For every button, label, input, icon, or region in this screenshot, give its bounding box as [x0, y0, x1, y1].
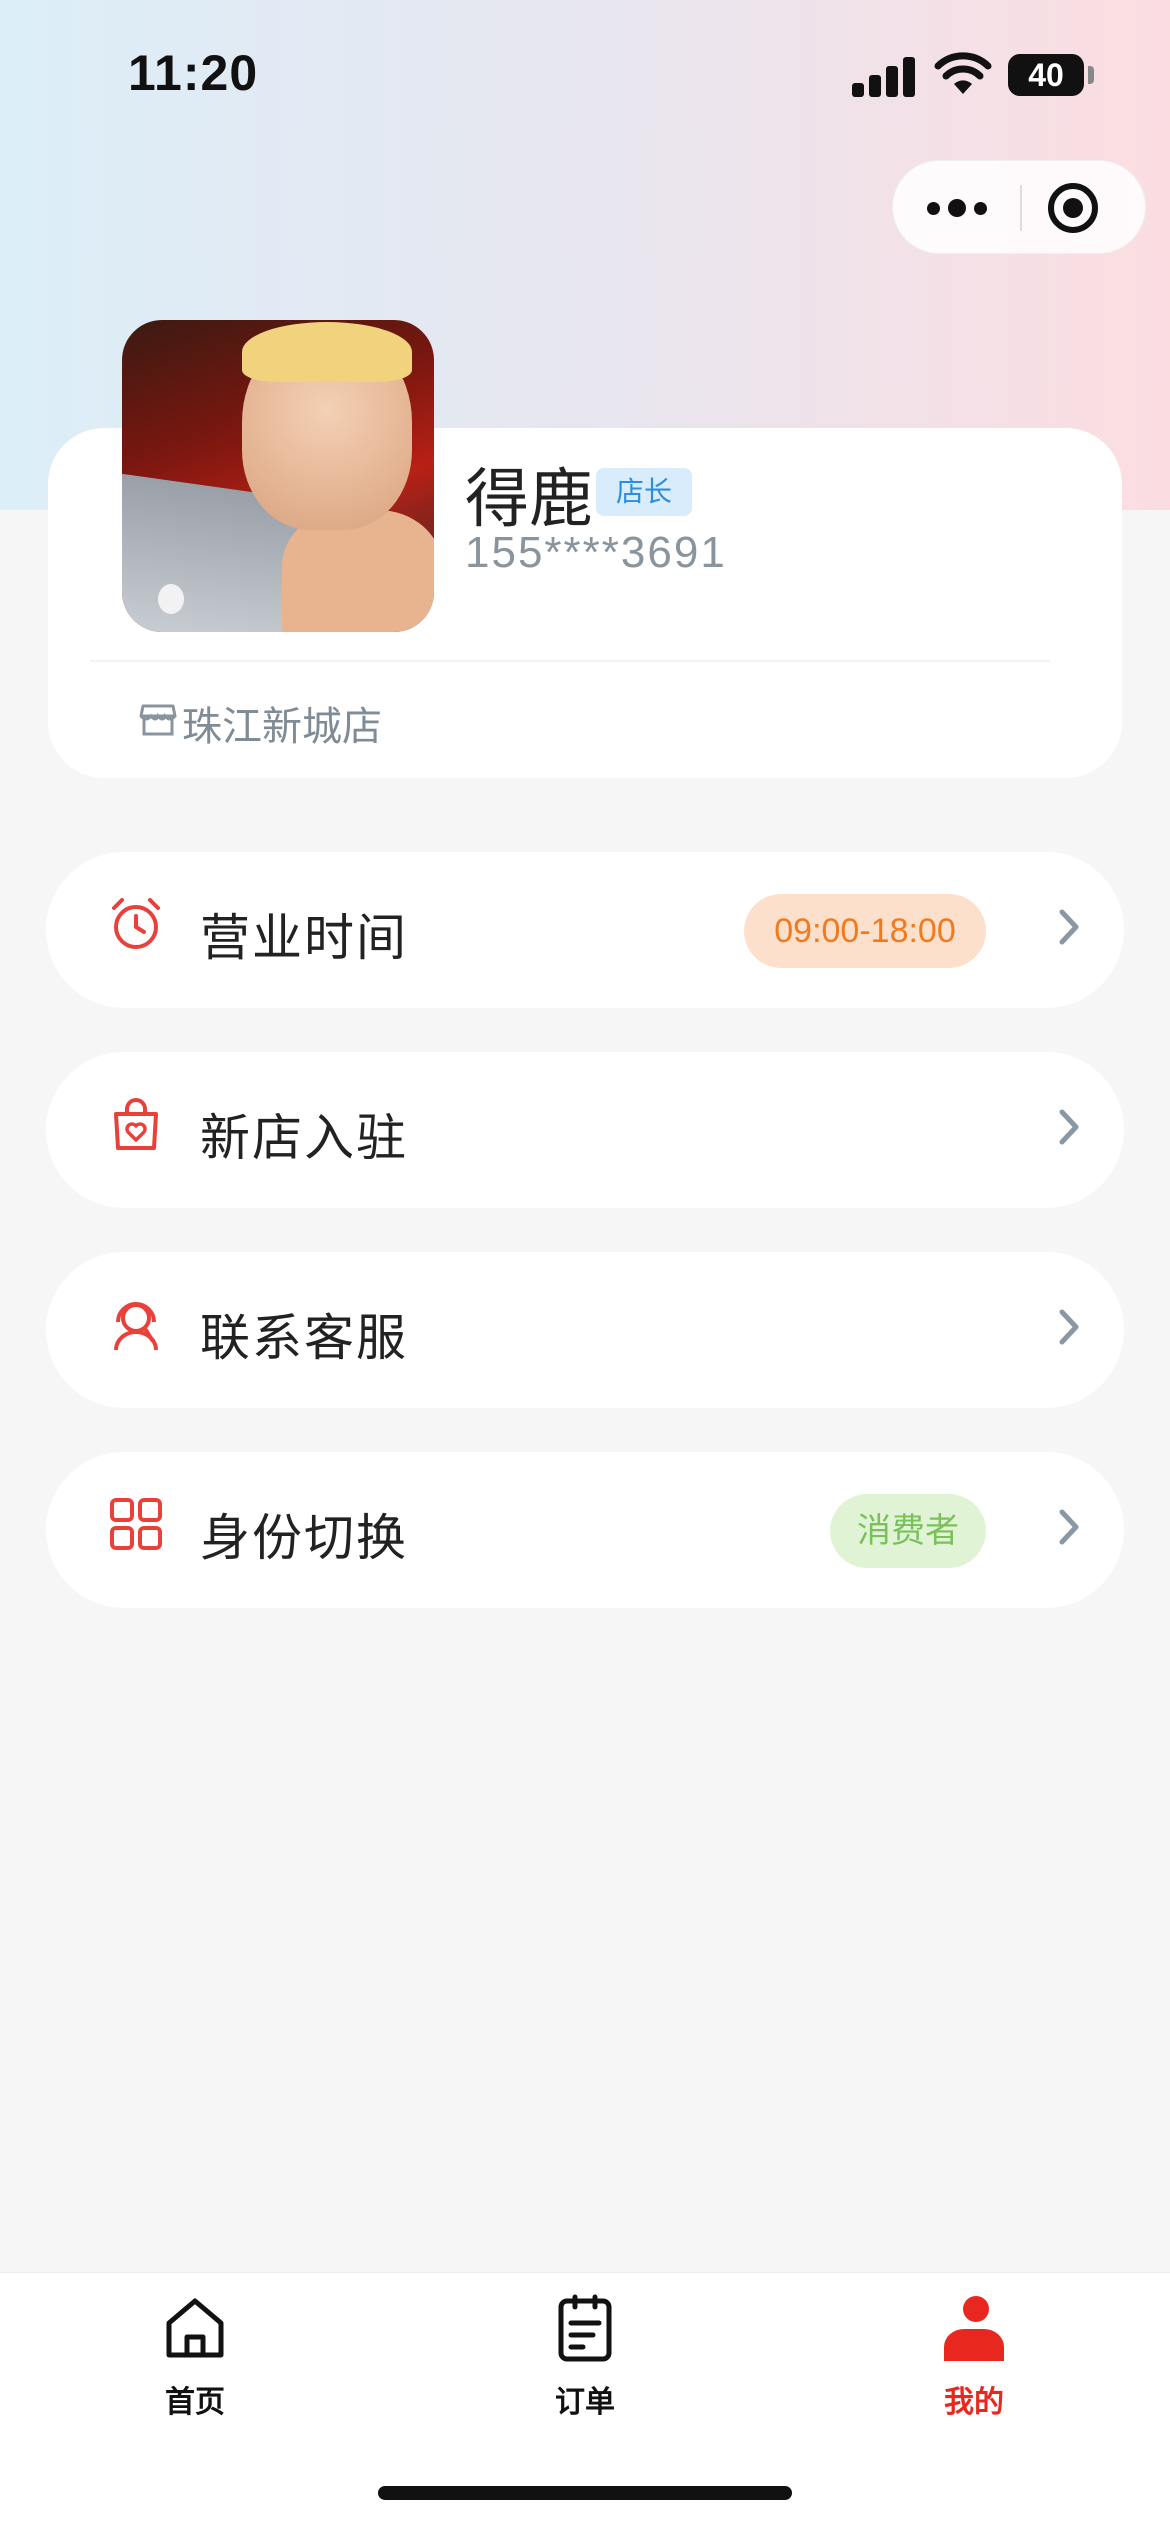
- identity-value: 消费者: [830, 1494, 986, 1568]
- store-name[interactable]: 珠江新城店: [182, 694, 382, 752]
- menu-item-business-hours[interactable]: 营业时间 09:00-18:00: [46, 852, 1124, 1008]
- miniprogram-capsule: [892, 160, 1146, 254]
- status-bar: 11:20 40: [0, 0, 1170, 150]
- grid-icon: [110, 1498, 162, 1550]
- menu-label: 联系客服: [200, 1309, 408, 1367]
- menu-label: 营业时间: [200, 909, 408, 967]
- customer-service-icon: [114, 1302, 158, 1351]
- menu-item-customer-service[interactable]: 联系客服: [46, 1252, 1124, 1408]
- store-icon: [139, 704, 177, 736]
- tab-home[interactable]: 首页: [95, 2273, 295, 2433]
- target-circle-icon[interactable]: [1048, 183, 1098, 233]
- battery-icon: 40: [1008, 54, 1084, 96]
- menu-label: 新店入驻: [200, 1109, 408, 1167]
- order-list-icon: [558, 2294, 612, 2362]
- status-time: 11:20: [128, 45, 259, 101]
- cellular-signal-icon: [852, 55, 916, 97]
- shopping-bag-heart-icon: [114, 1098, 158, 1150]
- card-divider: [90, 660, 1050, 662]
- chevron-right-icon: [1059, 909, 1079, 945]
- chevron-right-icon: [1059, 1309, 1079, 1345]
- business-hours-value: 09:00-18:00: [744, 894, 986, 968]
- avatar[interactable]: [122, 320, 434, 632]
- tab-orders[interactable]: 订单: [485, 2273, 685, 2433]
- phone-number: 155****3691: [465, 528, 727, 577]
- tab-mine[interactable]: 我的: [874, 2273, 1074, 2433]
- home-icon: [166, 2298, 224, 2358]
- mine-page: 11:20 40 得鹿 店长 155****3691 珠江新城店 营业时间 09…: [0, 0, 1170, 2532]
- menu-item-new-store[interactable]: 新店入驻: [46, 1052, 1124, 1208]
- home-indicator: [378, 2486, 792, 2500]
- chevron-right-icon: [1059, 1109, 1079, 1145]
- alarm-clock-icon: [112, 898, 160, 949]
- user-name: 得鹿: [465, 463, 593, 537]
- capsule-divider: [1020, 185, 1022, 231]
- tab-label: 订单: [555, 2385, 615, 2420]
- user-icon: [944, 2296, 1004, 2361]
- tab-label: 我的: [944, 2385, 1004, 2420]
- wifi-icon: [934, 52, 992, 94]
- menu-label: 身份切换: [200, 1509, 408, 1567]
- role-badge: 店长: [596, 468, 692, 516]
- more-dots-icon[interactable]: [893, 161, 1020, 255]
- battery-tip: [1088, 66, 1094, 84]
- chevron-right-icon: [1059, 1509, 1079, 1545]
- menu-item-switch-identity[interactable]: 身份切换 消费者: [46, 1452, 1124, 1608]
- tab-label: 首页: [165, 2385, 225, 2420]
